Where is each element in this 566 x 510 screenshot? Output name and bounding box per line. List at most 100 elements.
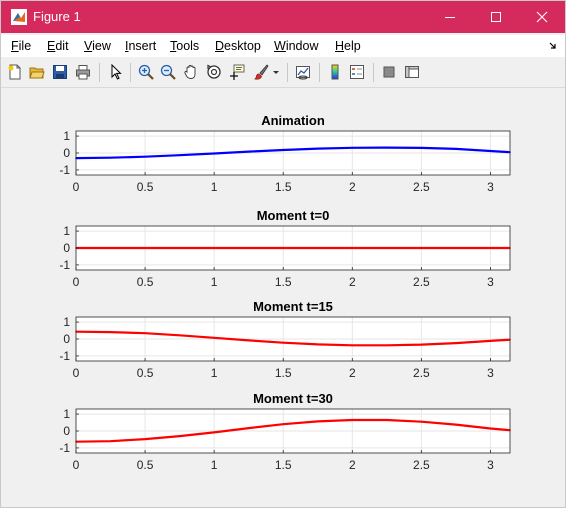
data-point [420,147,423,149]
menu-edit[interactable]: Edit [47,39,69,53]
data-point [213,431,215,434]
zoom-out-icon [160,64,176,80]
data-point [420,343,423,346]
toolbar-separator [99,63,100,82]
edit-plot-button[interactable] [106,62,126,82]
subplot-2: 0 0.5 1 1.5 2 2.5 310-1Moment t=0 [59,208,511,289]
matlab-logo-icon [11,9,27,25]
data-point [213,337,215,339]
y-tick-label: 0 [63,241,70,255]
subplot-4: 0 0.5 1 1.5 2 2.5 310-1Moment t=30 [59,391,511,472]
data-cursor-icon [230,64,245,80]
rotate-3d-button[interactable] [204,62,224,82]
title-bar[interactable]: Figure 1 [1,1,565,33]
data-point [455,423,457,426]
open-button[interactable] [27,62,47,82]
data-point [489,340,492,342]
toolbar-separator [319,63,320,82]
minimize-icon [445,17,455,18]
zoom-out-button[interactable] [158,62,178,82]
x-tick-label: 2.5 [413,458,430,472]
figure-canvas[interactable]: 0 0.5 1 1.5 2 2.5 3 1 0 -1 Animation 0 0.5 1 1.5 2 2.5 3 1… [5,89,561,505]
minimize-button[interactable] [427,1,473,33]
close-button[interactable] [519,1,565,33]
x-tick-label: 0.5 [137,180,154,194]
new-figure-button[interactable] [5,62,25,82]
x-tick-label: 1 [211,275,218,289]
link-plot-button[interactable] [293,62,313,82]
data-point [282,341,285,344]
legend-icon [350,65,364,79]
data-point [351,419,354,421]
subplot-title: Moment t=30 [253,391,333,406]
colorbar-icon [331,64,339,80]
data-point [351,146,354,149]
menu-desktop[interactable]: Desktop [215,39,261,53]
data-point [178,334,181,337]
data-point [178,154,181,156]
pan-button[interactable] [181,62,201,82]
zoom-in-button[interactable] [136,62,156,82]
menu-dock-arrow-icon[interactable] [549,42,557,50]
save-icon [53,65,67,79]
x-tick-label: 2 [349,275,356,289]
x-tick-label: 0.5 [137,366,154,380]
y-tick-label: 0 [63,332,70,346]
edit-plot-arrow-icon [111,64,122,80]
save-button[interactable] [50,62,70,82]
show-plot-tools-button[interactable] [402,62,422,82]
data-point [386,146,388,149]
hide-plot-tools-button[interactable] [379,62,399,82]
data-point [247,150,250,153]
brush-button[interactable] [251,62,271,82]
toolbar-separator [373,63,374,82]
subplot-title: Moment t=0 [257,208,330,223]
data-point [489,427,492,430]
toolbar [1,57,565,88]
y-tick-label: -1 [59,349,70,363]
x-tick-label: 1.5 [275,366,292,380]
data-point [316,343,319,346]
menu-help[interactable]: Help [335,39,361,53]
x-tick-label: 0 [73,180,80,194]
pan-icon [184,65,196,79]
data-point [213,152,215,155]
y-tick-label: 1 [63,407,70,421]
x-tick-label: 0 [73,366,80,380]
data-point [386,419,388,421]
data-point [455,342,457,344]
menu-window[interactable]: Window [274,39,318,53]
y-tick-label: -1 [59,163,70,177]
x-tick-label: 2.5 [413,275,430,289]
menu-tools[interactable]: Tools [170,39,199,53]
subplot-1: 0 0.5 1 1.5 2 2.5 310-1Animation [59,113,511,194]
y-tick-label: 1 [63,224,70,238]
x-tick-label: 2 [349,366,356,380]
subplot-area: 0 0.5 1 1.5 2 2.5 310-1Animation0 0.5 1 1.5 2 2.5 31… [59,113,511,472]
brush-dropdown-button[interactable] [271,62,281,82]
rotate-3d-icon [207,64,221,79]
x-tick-label: 1.5 [275,180,292,194]
menu-bar: File Edit View Insert Tools Desktop Wind… [1,35,565,57]
x-tick-label: 2 [349,180,356,194]
menu-file[interactable]: File [11,39,31,53]
data-point [144,155,146,158]
link-plot-icon [296,66,310,80]
x-tick-label: 1 [211,366,218,380]
y-tick-label: 0 [63,146,70,160]
colorbar-button[interactable] [325,62,345,82]
data-point [178,435,181,437]
print-button[interactable] [73,62,93,82]
y-tick-label: 0 [63,424,70,438]
data-point [109,331,112,333]
menu-view[interactable]: View [84,39,111,53]
data-cursor-button[interactable] [227,62,247,82]
data-point [386,344,388,347]
open-icon [29,67,45,79]
brush-icon [254,64,269,80]
legend-button[interactable] [347,62,367,82]
menu-insert[interactable]: Insert [125,39,156,53]
maximize-button[interactable] [473,1,519,33]
x-tick-label: 3 [487,180,494,194]
data-point [455,148,457,150]
